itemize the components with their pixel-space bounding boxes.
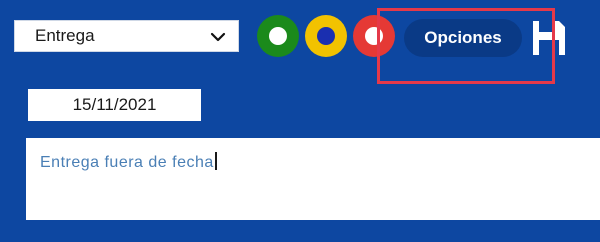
comment-text: Entrega fuera de fecha	[40, 154, 214, 171]
options-button[interactable]: Opciones	[404, 19, 522, 57]
save-icon[interactable]	[530, 18, 568, 58]
comment-textarea[interactable]: Entrega fuera de fecha	[26, 138, 600, 220]
status-yellow-button[interactable]	[305, 15, 347, 57]
options-button-label: Opciones	[424, 28, 502, 47]
date-field-value: 15/11/2021	[72, 95, 157, 114]
category-dropdown-value: Entrega	[35, 26, 95, 45]
status-green-dot	[269, 27, 287, 45]
status-red-dot	[365, 27, 383, 45]
status-green-button[interactable]	[257, 15, 299, 57]
text-cursor	[214, 152, 217, 170]
form-panel: Entrega Opciones 15/11/2021 Entrega fuer…	[0, 0, 600, 242]
status-yellow-dot	[317, 27, 335, 45]
date-field[interactable]: 15/11/2021	[28, 89, 201, 121]
status-red-button[interactable]	[353, 15, 395, 57]
category-dropdown[interactable]: Entrega	[14, 20, 239, 52]
chevron-down-icon	[210, 32, 226, 42]
